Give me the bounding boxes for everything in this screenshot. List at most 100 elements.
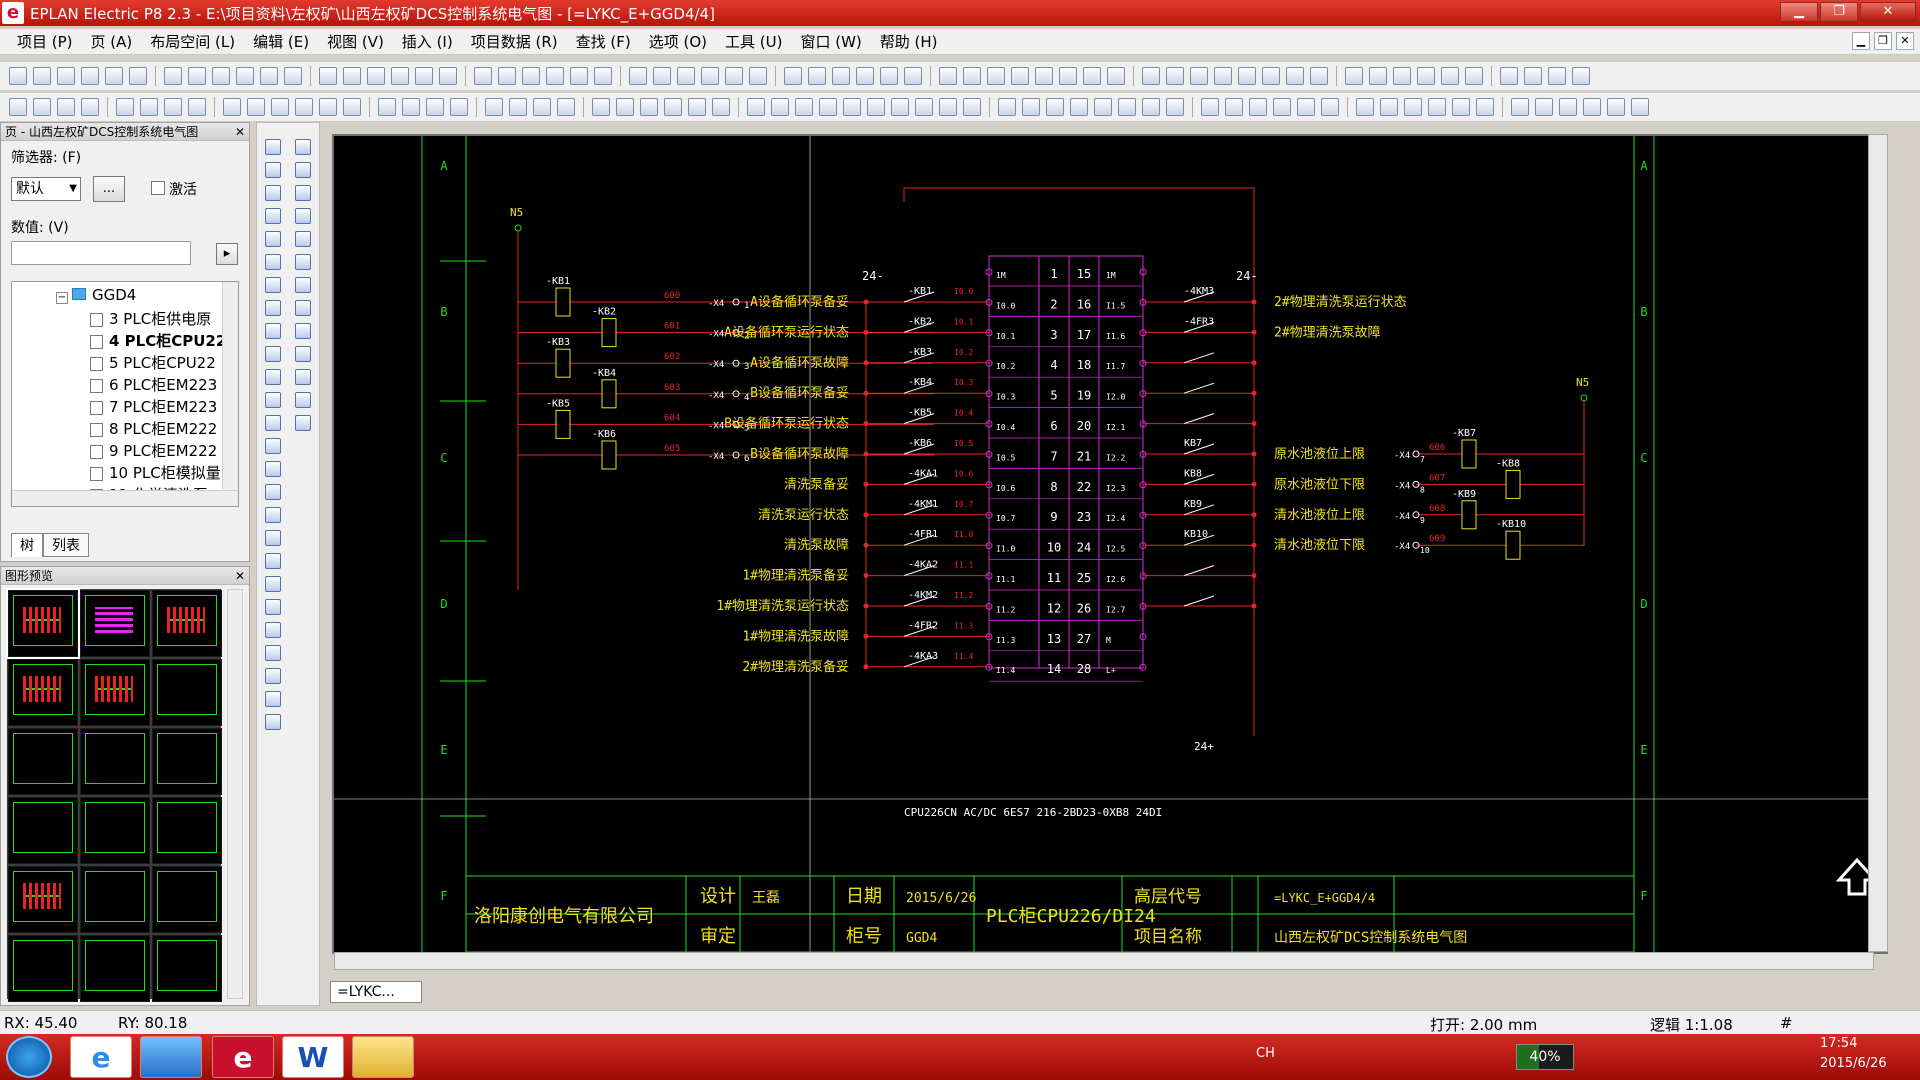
toolbar-tool-icon[interactable] bbox=[1369, 67, 1387, 85]
toolbar-tool-icon[interactable] bbox=[1046, 98, 1064, 116]
document-tab[interactable]: =LYKC... bbox=[330, 981, 422, 1003]
toolbar-tool-icon[interactable] bbox=[498, 67, 516, 85]
tree-vscroll[interactable] bbox=[222, 282, 238, 506]
tree-item[interactable]: 7 PLC柜EM223 bbox=[90, 396, 217, 417]
draw-tool-icon[interactable] bbox=[265, 622, 281, 638]
page-thumbnail[interactable] bbox=[80, 590, 150, 657]
page-thumbnail[interactable] bbox=[152, 590, 222, 657]
draw-tool-icon[interactable] bbox=[265, 668, 281, 684]
toolbar-tool-icon[interactable] bbox=[188, 67, 206, 85]
mdi-restore-button[interactable]: ❐ bbox=[1874, 32, 1892, 50]
toolbar-tool-icon[interactable] bbox=[712, 98, 730, 116]
draw-tool-icon[interactable] bbox=[295, 139, 311, 155]
draw-tool-icon[interactable] bbox=[265, 645, 281, 661]
tree-item[interactable]: 3 PLC柜供电原 bbox=[90, 308, 211, 329]
toolbar-tool-icon[interactable] bbox=[319, 98, 337, 116]
toolbar-tool-icon[interactable] bbox=[188, 98, 206, 116]
filter-select[interactable]: 默认 bbox=[11, 177, 81, 201]
toolbar-tool-icon[interactable] bbox=[1393, 67, 1411, 85]
canvas-vscroll[interactable] bbox=[1868, 134, 1888, 952]
draw-tool-icon[interactable] bbox=[295, 323, 311, 339]
menu-page[interactable]: 页 (A) bbox=[82, 30, 142, 54]
toolbar-tool-icon[interactable] bbox=[1022, 98, 1040, 116]
toolbar-tool-icon[interactable] bbox=[784, 67, 802, 85]
draw-tool-icon[interactable] bbox=[265, 553, 281, 569]
toolbar-tool-icon[interactable] bbox=[212, 67, 230, 85]
tree-item[interactable]: 8 PLC柜EM222 bbox=[90, 418, 217, 439]
page-thumbnail[interactable] bbox=[152, 659, 222, 726]
draw-tool-icon[interactable] bbox=[265, 231, 281, 247]
toolbar-tool-icon[interactable] bbox=[880, 67, 898, 85]
draw-tool-icon[interactable] bbox=[265, 300, 281, 316]
tree-root[interactable]: − GGD4 bbox=[56, 286, 136, 304]
page-thumbnail[interactable] bbox=[80, 866, 150, 933]
toolbar-tool-icon[interactable] bbox=[1094, 98, 1112, 116]
toolbar-tool-icon[interactable] bbox=[1321, 98, 1339, 116]
toolbar-tool-icon[interactable] bbox=[891, 98, 909, 116]
menu-edit[interactable]: 编辑 (E) bbox=[244, 30, 318, 54]
toolbar-tool-icon[interactable] bbox=[105, 67, 123, 85]
tree-item[interactable]: 10 PLC柜模拟量 bbox=[90, 462, 221, 483]
page-thumbnail[interactable] bbox=[6, 588, 80, 659]
toolbar-tool-icon[interactable] bbox=[570, 67, 588, 85]
toolbar-tool-icon[interactable] bbox=[129, 67, 147, 85]
menu-find[interactable]: 查找 (F) bbox=[567, 30, 640, 54]
toolbar-tool-icon[interactable] bbox=[1511, 98, 1529, 116]
draw-tool-icon[interactable] bbox=[265, 346, 281, 362]
toolbar-tool-icon[interactable] bbox=[223, 98, 241, 116]
draw-tool-icon[interactable] bbox=[265, 576, 281, 592]
toolbar-tool-icon[interactable] bbox=[140, 98, 158, 116]
toolbar-tool-icon[interactable] bbox=[592, 98, 610, 116]
toolbar-tool-icon[interactable] bbox=[1548, 67, 1566, 85]
draw-tool-icon[interactable] bbox=[265, 714, 281, 730]
language-indicator[interactable]: CH bbox=[1256, 1046, 1275, 1061]
toolbar-tool-icon[interactable] bbox=[998, 98, 1016, 116]
toolbar-tool-icon[interactable] bbox=[1166, 67, 1184, 85]
toolbar-tool-icon[interactable] bbox=[81, 98, 99, 116]
filter-more-button[interactable]: ... bbox=[93, 176, 125, 202]
toolbar-tool-icon[interactable] bbox=[1214, 67, 1232, 85]
clock-time[interactable]: 17:54 bbox=[1820, 1036, 1857, 1051]
toolbar-tool-icon[interactable] bbox=[1011, 67, 1029, 85]
toolbar-tool-icon[interactable] bbox=[260, 67, 278, 85]
draw-tool-icon[interactable] bbox=[295, 392, 311, 408]
toolbar-tool-icon[interactable] bbox=[1452, 98, 1470, 116]
clock-date[interactable]: 2015/6/26 bbox=[1820, 1056, 1887, 1071]
toolbar-tool-icon[interactable] bbox=[725, 67, 743, 85]
maximize-button[interactable]: ❐ bbox=[1820, 2, 1858, 22]
draw-tool-icon[interactable] bbox=[295, 208, 311, 224]
toolbar-tool-icon[interactable] bbox=[1262, 67, 1280, 85]
toolbar-tool-icon[interactable] bbox=[664, 98, 682, 116]
draw-tool-icon[interactable] bbox=[295, 185, 311, 201]
toolbar-tool-icon[interactable] bbox=[1583, 98, 1601, 116]
page-thumbnail[interactable] bbox=[8, 866, 78, 933]
tree-item[interactable]: 5 PLC柜CPU22 bbox=[90, 352, 216, 373]
draw-tool-icon[interactable] bbox=[265, 369, 281, 385]
draw-tool-icon[interactable] bbox=[265, 392, 281, 408]
panel-close-icon[interactable]: ✕ bbox=[235, 123, 245, 141]
toolbar-tool-icon[interactable] bbox=[1059, 67, 1077, 85]
toolbar-tool-icon[interactable] bbox=[1524, 67, 1542, 85]
draw-tool-icon[interactable] bbox=[265, 438, 281, 454]
menu-project-data[interactable]: 项目数据 (R) bbox=[462, 30, 567, 54]
page-thumbnail[interactable] bbox=[80, 659, 150, 726]
toolbar-tool-icon[interactable] bbox=[771, 98, 789, 116]
paint-icon[interactable] bbox=[140, 1036, 202, 1078]
word-icon[interactable]: W bbox=[282, 1036, 344, 1078]
eplan-taskbar-icon[interactable]: e bbox=[212, 1036, 274, 1078]
toolbar-tool-icon[interactable] bbox=[9, 98, 27, 116]
tab-list[interactable]: 列表 bbox=[43, 533, 89, 557]
toolbar-tool-icon[interactable] bbox=[749, 67, 767, 85]
toolbar-tool-icon[interactable] bbox=[629, 67, 647, 85]
close-button[interactable]: ✕ bbox=[1860, 2, 1916, 22]
value-input[interactable] bbox=[11, 241, 191, 265]
menu-tools[interactable]: 工具 (U) bbox=[716, 30, 791, 54]
toolbar-tool-icon[interactable] bbox=[522, 67, 540, 85]
draw-tool-icon[interactable] bbox=[265, 323, 281, 339]
toolbar-tool-icon[interactable] bbox=[271, 98, 289, 116]
toolbar-tool-icon[interactable] bbox=[701, 67, 719, 85]
toolbar-tool-icon[interactable] bbox=[474, 67, 492, 85]
start-button[interactable] bbox=[6, 1036, 52, 1078]
toolbar-tool-icon[interactable] bbox=[963, 67, 981, 85]
draw-tool-icon[interactable] bbox=[265, 484, 281, 500]
